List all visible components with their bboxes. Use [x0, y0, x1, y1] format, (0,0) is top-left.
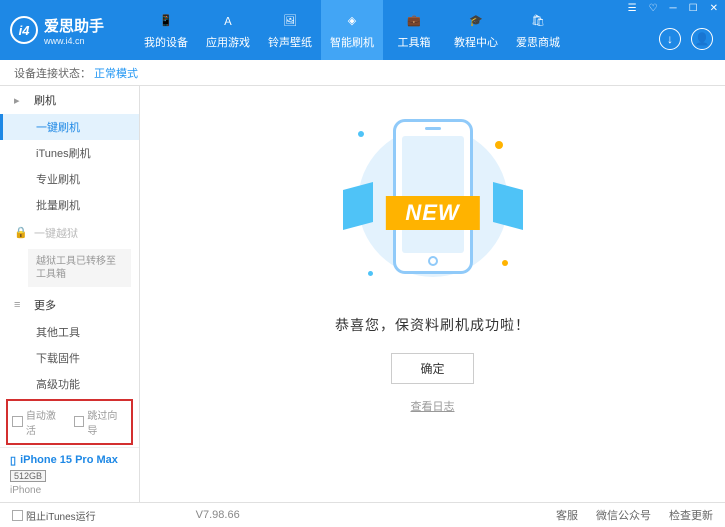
device-icon: 📱: [156, 11, 176, 31]
sidebar-item-download-fw[interactable]: 下载固件: [0, 345, 139, 371]
ok-button[interactable]: 确定: [391, 353, 473, 384]
logo-icon: i4: [10, 16, 38, 44]
toolbox-icon: 💼: [404, 11, 424, 31]
sidebar-section-flash[interactable]: ▸刷机: [0, 86, 139, 114]
nav-apps[interactable]: Ａ应用游戏: [197, 0, 259, 60]
nav-toolbox[interactable]: 💼工具箱: [383, 0, 445, 60]
status-bar: 设备连接状态： 正常模式: [0, 60, 725, 86]
view-log-link[interactable]: 查看日志: [411, 398, 455, 414]
sidebar-section-more[interactable]: ≡更多: [0, 291, 139, 319]
lock-icon: 🔒: [14, 226, 28, 239]
app-header: i4 爱思助手 www.i4.cn 📱我的设备 Ａ应用游戏 🖼铃声壁纸 ◈智能刷…: [0, 0, 725, 60]
download-icon[interactable]: ↓: [659, 28, 681, 50]
device-storage: 512GB: [10, 470, 46, 482]
jailbreak-note: 越狱工具已转移至工具箱: [28, 249, 131, 287]
nav-flash[interactable]: ◈智能刷机: [321, 0, 383, 60]
more-icon: ≡: [14, 299, 28, 311]
options-highlight-box: 自动激活 跳过向导: [6, 399, 133, 445]
maximize-icon[interactable]: ☐: [687, 3, 700, 14]
logo: i4 爱思助手 www.i4.cn: [10, 15, 135, 46]
main-content: NEW 恭喜您，保资料刷机成功啦！ 确定 查看日志: [140, 86, 725, 502]
header-actions: ↓ 👤: [659, 28, 713, 50]
sidebar-item-advanced[interactable]: 高级功能: [0, 371, 139, 397]
nav-my-device[interactable]: 📱我的设备: [135, 0, 197, 60]
tutorial-icon: 🎓: [466, 11, 486, 31]
sidebar-item-batch-flash[interactable]: 批量刷机: [0, 192, 139, 218]
nav-tutorial[interactable]: 🎓教程中心: [445, 0, 507, 60]
feedback-icon[interactable]: ♡: [647, 3, 660, 14]
status-label: 设备连接状态：: [14, 65, 91, 81]
minimize-icon[interactable]: ─: [668, 3, 679, 14]
sidebar-item-other-tools[interactable]: 其他工具: [0, 319, 139, 345]
close-icon[interactable]: ✕: [708, 3, 720, 14]
nav-bar: 📱我的设备 Ａ应用游戏 🖼铃声壁纸 ◈智能刷机 💼工具箱 🎓教程中心 🛍爱思商城: [135, 0, 569, 60]
menu-icon[interactable]: ☰: [626, 3, 639, 14]
auto-activate-checkbox[interactable]: 自动激活: [12, 407, 66, 437]
apps-icon: Ａ: [218, 11, 238, 31]
nav-store[interactable]: 🛍爱思商城: [507, 0, 569, 60]
version-label: V7.98.66: [196, 509, 240, 521]
status-value: 正常模式: [94, 65, 138, 81]
nav-ringtone[interactable]: 🖼铃声壁纸: [259, 0, 321, 60]
device-name: ▯iPhone 15 Pro Max: [10, 454, 129, 467]
sidebar-item-itunes-flash[interactable]: iTunes刷机: [0, 140, 139, 166]
ringtone-icon: 🖼: [280, 11, 300, 31]
app-name: 爱思助手: [44, 15, 104, 36]
footer: 阻止iTunes运行 V7.98.66 客服 微信公众号 检查更新: [0, 502, 725, 527]
flash-section-icon: ▸: [14, 94, 28, 107]
flash-icon: ◈: [342, 11, 362, 31]
sidebar-section-jailbreak: 🔒一键越狱: [0, 219, 139, 247]
store-icon: 🛍: [528, 11, 548, 31]
skip-guide-checkbox[interactable]: 跳过向导: [74, 407, 128, 437]
window-controls: ☰ ♡ ─ ☐ ✕: [626, 3, 720, 14]
user-icon[interactable]: 👤: [691, 28, 713, 50]
phone-icon: ▯: [10, 454, 16, 467]
sidebar: ▸刷机 一键刷机 iTunes刷机 专业刷机 批量刷机 🔒一键越狱 越狱工具已转…: [0, 86, 140, 502]
success-illustration: NEW: [343, 111, 523, 301]
device-type: iPhone: [10, 485, 129, 496]
block-itunes-checkbox[interactable]: 阻止iTunes运行: [12, 508, 96, 523]
footer-update[interactable]: 检查更新: [669, 507, 713, 523]
device-info[interactable]: ▯iPhone 15 Pro Max 512GB iPhone: [0, 447, 139, 502]
sidebar-item-pro-flash[interactable]: 专业刷机: [0, 166, 139, 192]
footer-wechat[interactable]: 微信公众号: [596, 507, 651, 523]
sidebar-item-onekey-flash[interactable]: 一键刷机: [0, 114, 139, 140]
new-banner: NEW: [385, 196, 479, 230]
footer-support[interactable]: 客服: [556, 507, 578, 523]
success-message: 恭喜您，保资料刷机成功啦！: [335, 315, 530, 335]
app-url: www.i4.cn: [44, 36, 104, 46]
